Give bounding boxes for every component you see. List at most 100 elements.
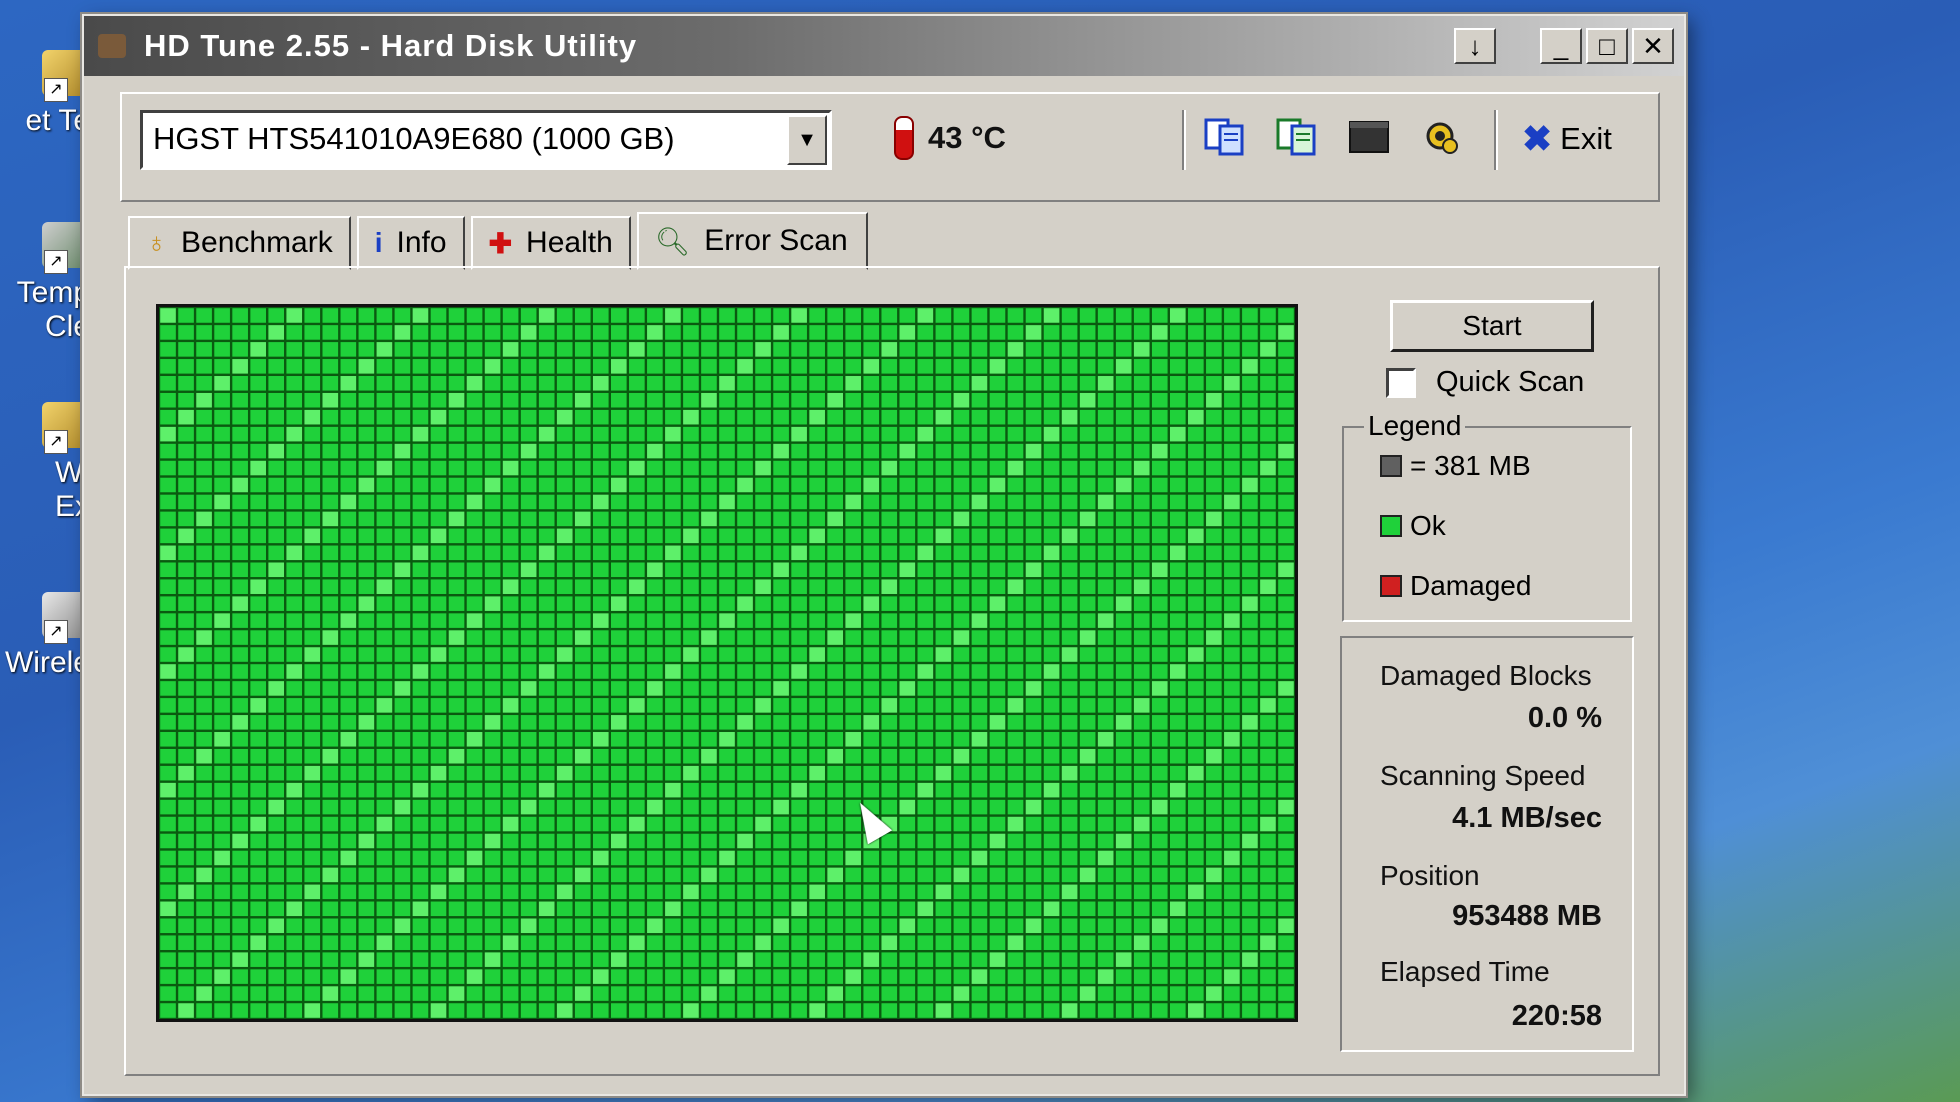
copy-text-icon[interactable] [1274,114,1320,158]
block-cell [971,460,988,476]
desktop-icon-2[interactable]: Temp Cle [0,222,90,344]
block-cell [665,409,681,425]
block-cell [899,698,916,713]
block-cell [1169,325,1186,340]
block-cell [430,545,447,561]
block-cell [809,698,825,713]
block-cell [160,799,176,815]
block-cell [791,698,807,713]
block-cell [665,647,681,662]
tab-error-scan[interactable]: 🔍︎ Error Scan [636,212,868,270]
block-cell [340,477,357,493]
block-cell [1260,409,1276,425]
block-cell [827,562,843,578]
block-cell [1115,850,1132,866]
block-cell [1097,952,1114,967]
title-bar[interactable]: HD Tune 2.55 - Hard Disk Utility ↓ _ □ ✕ [84,16,1684,76]
block-cell [953,545,970,561]
tab-health[interactable]: ✚ Health [470,216,631,270]
block-cell [1151,782,1168,798]
block-cell [340,986,357,1001]
block-cell [556,325,573,340]
maximize-button[interactable]: □ [1586,28,1628,64]
block-cell [881,782,898,798]
download-button[interactable]: ↓ [1454,28,1496,64]
block-cell [484,935,501,950]
block-cell [520,443,537,459]
block-cell [701,342,717,357]
desktop-icon-1[interactable]: et Te [0,50,90,138]
tab-benchmark[interactable]: ♁ Benchmark [128,216,351,270]
drive-select[interactable]: HGST HTS541010A9E680 (1000 GB) ▼ [140,110,832,170]
block-cell [881,850,898,866]
block-cell [412,342,429,357]
block-cell [160,681,176,696]
block-cell [538,748,555,764]
block-cell [953,867,970,883]
block-cell [899,1003,916,1018]
block-cell [178,1003,194,1018]
block-cell [1025,986,1042,1001]
block-cell [304,613,321,628]
block-cell [1260,850,1276,866]
block-cell [196,359,212,374]
close-button[interactable]: ✕ [1632,28,1674,64]
block-cell [412,325,429,340]
block-cell [592,748,609,764]
minimize-button[interactable]: _ [1540,28,1582,64]
block-cell [917,715,934,730]
options-icon[interactable] [1418,114,1464,158]
quick-scan-option[interactable]: Quick Scan [1386,366,1584,399]
block-cell [412,579,429,594]
copy-info-icon[interactable] [1202,114,1248,158]
block-cell [953,698,970,713]
legend-title: Legend [1364,410,1466,442]
tab-info[interactable]: i Info [356,216,465,270]
block-cell [502,952,519,967]
block-cell [304,664,321,679]
block-cell [1079,630,1096,645]
desktop-icon-4[interactable]: Wirele [0,592,90,680]
exit-button[interactable]: ✖ Exit [1522,118,1612,160]
block-cell [484,579,501,594]
block-cell [1242,816,1258,832]
block-cell [845,342,862,357]
block-cell [1260,918,1276,934]
start-button[interactable]: Start [1390,300,1594,352]
drive-select-value: HGST HTS541010A9E680 (1000 GB) [153,121,675,156]
desktop-icon-3[interactable]: Wi Ex [0,402,90,524]
block-cell [538,545,555,561]
block-cell [556,698,573,713]
block-cell [178,782,194,798]
block-cell [1188,376,1204,391]
block-cell [701,325,717,340]
block-cell [538,426,555,442]
block-cell [376,596,393,611]
block-cell [178,765,194,781]
block-cell [466,426,483,442]
block-cell [1061,392,1078,408]
block-cell [1169,918,1186,934]
quick-scan-checkbox[interactable] [1386,367,1416,398]
chevron-down-icon[interactable]: ▼ [787,115,827,165]
screenshot-icon[interactable] [1346,114,1392,158]
block-cell [1224,732,1240,747]
block-cell [1242,545,1258,561]
block-cell [358,376,375,391]
block-cell [755,392,771,408]
block-cell [250,562,266,578]
block-cell [592,460,609,476]
block-cell [430,698,447,713]
block-cell [899,799,916,815]
block-cell [340,342,357,357]
block-cell [592,969,609,984]
block-cell [448,308,465,323]
block-cell [935,935,952,950]
block-cell [304,579,321,594]
block-cell [394,732,411,747]
block-cell [1260,443,1276,459]
block-cell [1151,664,1168,679]
block-cell [610,308,627,323]
block-cell [1224,528,1240,544]
block-cell [1079,884,1096,900]
